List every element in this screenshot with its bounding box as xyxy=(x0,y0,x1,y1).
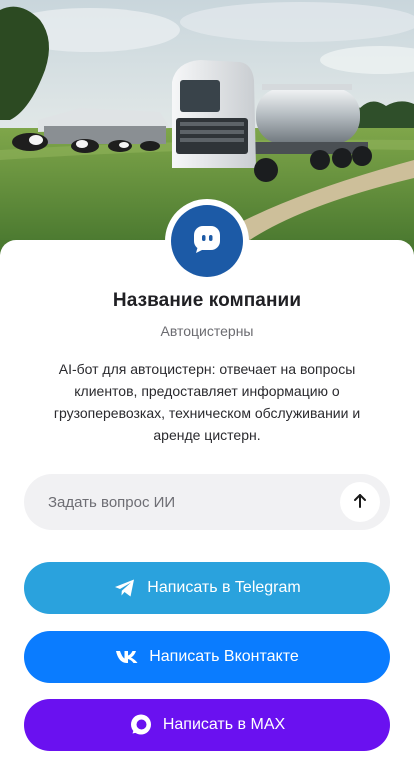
telegram-button-label: Написать в Telegram xyxy=(147,579,301,596)
company-name: Название компании xyxy=(112,290,302,311)
send-question-button[interactable] xyxy=(340,482,380,522)
avatar-circle xyxy=(171,205,243,277)
vk-icon xyxy=(115,645,139,669)
company-category: Автоцистерны xyxy=(160,323,254,339)
arrow-up-icon xyxy=(351,492,369,513)
telegram-button[interactable]: Написать в Telegram xyxy=(24,562,390,614)
max-button[interactable]: Написать в MAX xyxy=(24,699,390,751)
page: Название компании Автоцистерны AI-бот дл… xyxy=(0,0,414,770)
vk-button[interactable]: Написать Вконтакте xyxy=(24,631,390,683)
max-icon xyxy=(129,713,153,737)
vk-button-label: Написать Вконтакте xyxy=(149,648,299,665)
ask-ai-input[interactable] xyxy=(48,482,340,522)
max-button-label: Написать в MAX xyxy=(162,716,286,733)
ask-ai-field[interactable] xyxy=(24,474,390,530)
company-avatar xyxy=(165,199,249,283)
chat-bot-icon xyxy=(190,222,224,261)
company-description: AI-бот для автоцистерн: отвечает на вопр… xyxy=(53,361,361,443)
telegram-icon xyxy=(113,576,137,600)
